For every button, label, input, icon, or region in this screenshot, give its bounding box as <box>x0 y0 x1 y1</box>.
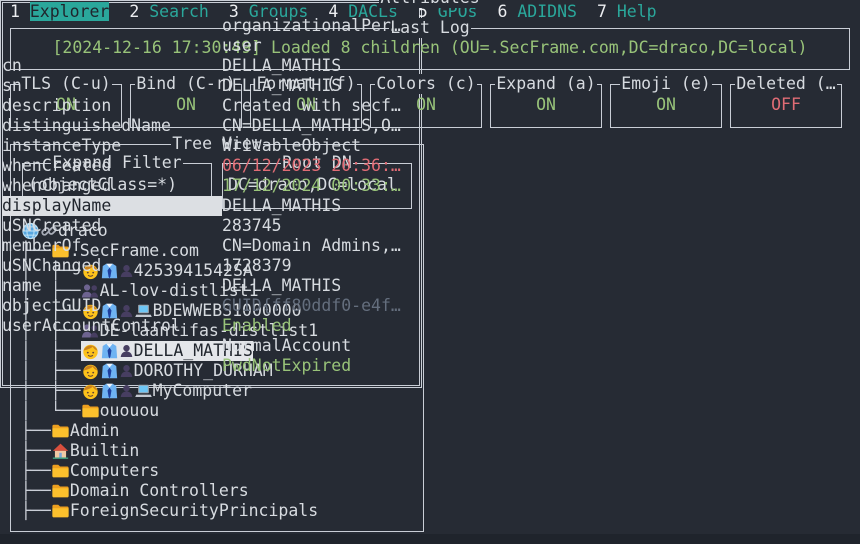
attr-name: description <box>2 96 222 116</box>
attr-row-continuation[interactable]: user <box>2 36 860 56</box>
attr-row-objectguid[interactable]: objectGUIDGUID{ff80ddf0-e4f… <box>2 296 860 316</box>
attr-row-displayname[interactable]: displayNameDELLA_MATHIS <box>2 196 860 216</box>
attr-value: CN=DELLA_MATHIS,O… <box>222 116 860 136</box>
attr-row-whencreated[interactable]: whenCreated06/12/2023 20:36:… <box>2 156 860 176</box>
attr-value: PwdNotExpired <box>222 356 860 376</box>
attr-name: whenCreated <box>2 156 222 176</box>
attr-name: uSNChanged <box>2 256 222 276</box>
attr-value: DELLA_MATHIS <box>222 56 860 76</box>
attr-row-continuation[interactable]: NormalAccount <box>2 336 860 356</box>
attr-value: DELLA_MATHIS <box>222 196 860 216</box>
attr-value: Created with secf… <box>222 96 860 116</box>
attr-name <box>2 356 222 376</box>
attributes-panel: Attributes organizationalPer…usercnDELLA… <box>0 0 422 388</box>
attr-name: distinguishedName <box>2 116 222 136</box>
attr-row-continuation[interactable]: organizationalPer… <box>2 16 860 36</box>
attr-name: objectGUID <box>2 296 222 316</box>
attr-row-instancetype[interactable]: instanceTypeWritableObject <box>2 136 860 156</box>
attr-name <box>2 16 222 36</box>
attr-name: userAccountControl <box>2 316 222 336</box>
attr-value: 17/12/2024 00:33:… <box>222 176 860 196</box>
attr-name: whenChanged <box>2 176 222 196</box>
attr-value: WritableObject <box>222 136 860 156</box>
attr-name: name <box>2 276 222 296</box>
attr-value: NormalAccount <box>222 336 860 356</box>
attr-value: DELLA_MATHIS <box>222 76 860 96</box>
attr-row-description[interactable]: descriptionCreated with secf… <box>2 96 860 116</box>
attr-value: 06/12/2023 20:36:… <box>222 156 860 176</box>
attr-value: Enabled <box>222 316 860 336</box>
attr-row-cn[interactable]: cnDELLA_MATHIS <box>2 56 860 76</box>
attr-value: organizationalPer… <box>222 16 860 36</box>
attr-row-continuation[interactable]: PwdNotExpired <box>2 356 860 376</box>
attr-row-sn[interactable]: snDELLA_MATHIS <box>2 76 860 96</box>
attr-value: 283745 <box>222 216 860 236</box>
attr-name: instanceType <box>2 136 222 156</box>
attr-row-usncreated[interactable]: uSNCreated283745 <box>2 216 860 236</box>
attr-row-whenchanged[interactable]: whenChanged17/12/2024 00:33:… <box>2 176 860 196</box>
attr-row-usnchanged[interactable]: uSNChanged1728379 <box>2 256 860 276</box>
attr-row-distinguishedname[interactable]: distinguishedNameCN=DELLA_MATHIS,O… <box>2 116 860 136</box>
attributes-title: Attributes <box>0 0 860 8</box>
attr-name: memberOf <box>2 236 222 256</box>
attr-row-useraccountcontrol[interactable]: userAccountControlEnabled <box>2 316 860 336</box>
attributes-table: organizationalPer…usercnDELLA_MATHISsnDE… <box>0 16 860 544</box>
attr-name: uSNCreated <box>2 216 222 236</box>
attr-value: 1728379 <box>222 256 860 276</box>
attr-name <box>2 336 222 356</box>
attr-name: sn <box>2 76 222 96</box>
attr-value: GUID{ff80ddf0-e4f… <box>222 296 860 316</box>
attr-value: user <box>222 36 860 56</box>
terminal-screen: 1 Explorer2 Search3 Groups4 DACLs5 GPOs6… <box>0 0 860 544</box>
attr-value: CN=Domain Admins,… <box>222 236 860 256</box>
attr-value: DELLA_MATHIS <box>222 276 860 296</box>
attr-row-name[interactable]: nameDELLA_MATHIS <box>2 276 860 296</box>
attr-name <box>2 36 222 56</box>
attr-name: cn <box>2 56 222 76</box>
bottom-strip <box>0 534 860 544</box>
attr-row-memberof[interactable]: memberOfCN=Domain Admins,… <box>2 236 860 256</box>
attr-name: displayName <box>2 196 222 216</box>
